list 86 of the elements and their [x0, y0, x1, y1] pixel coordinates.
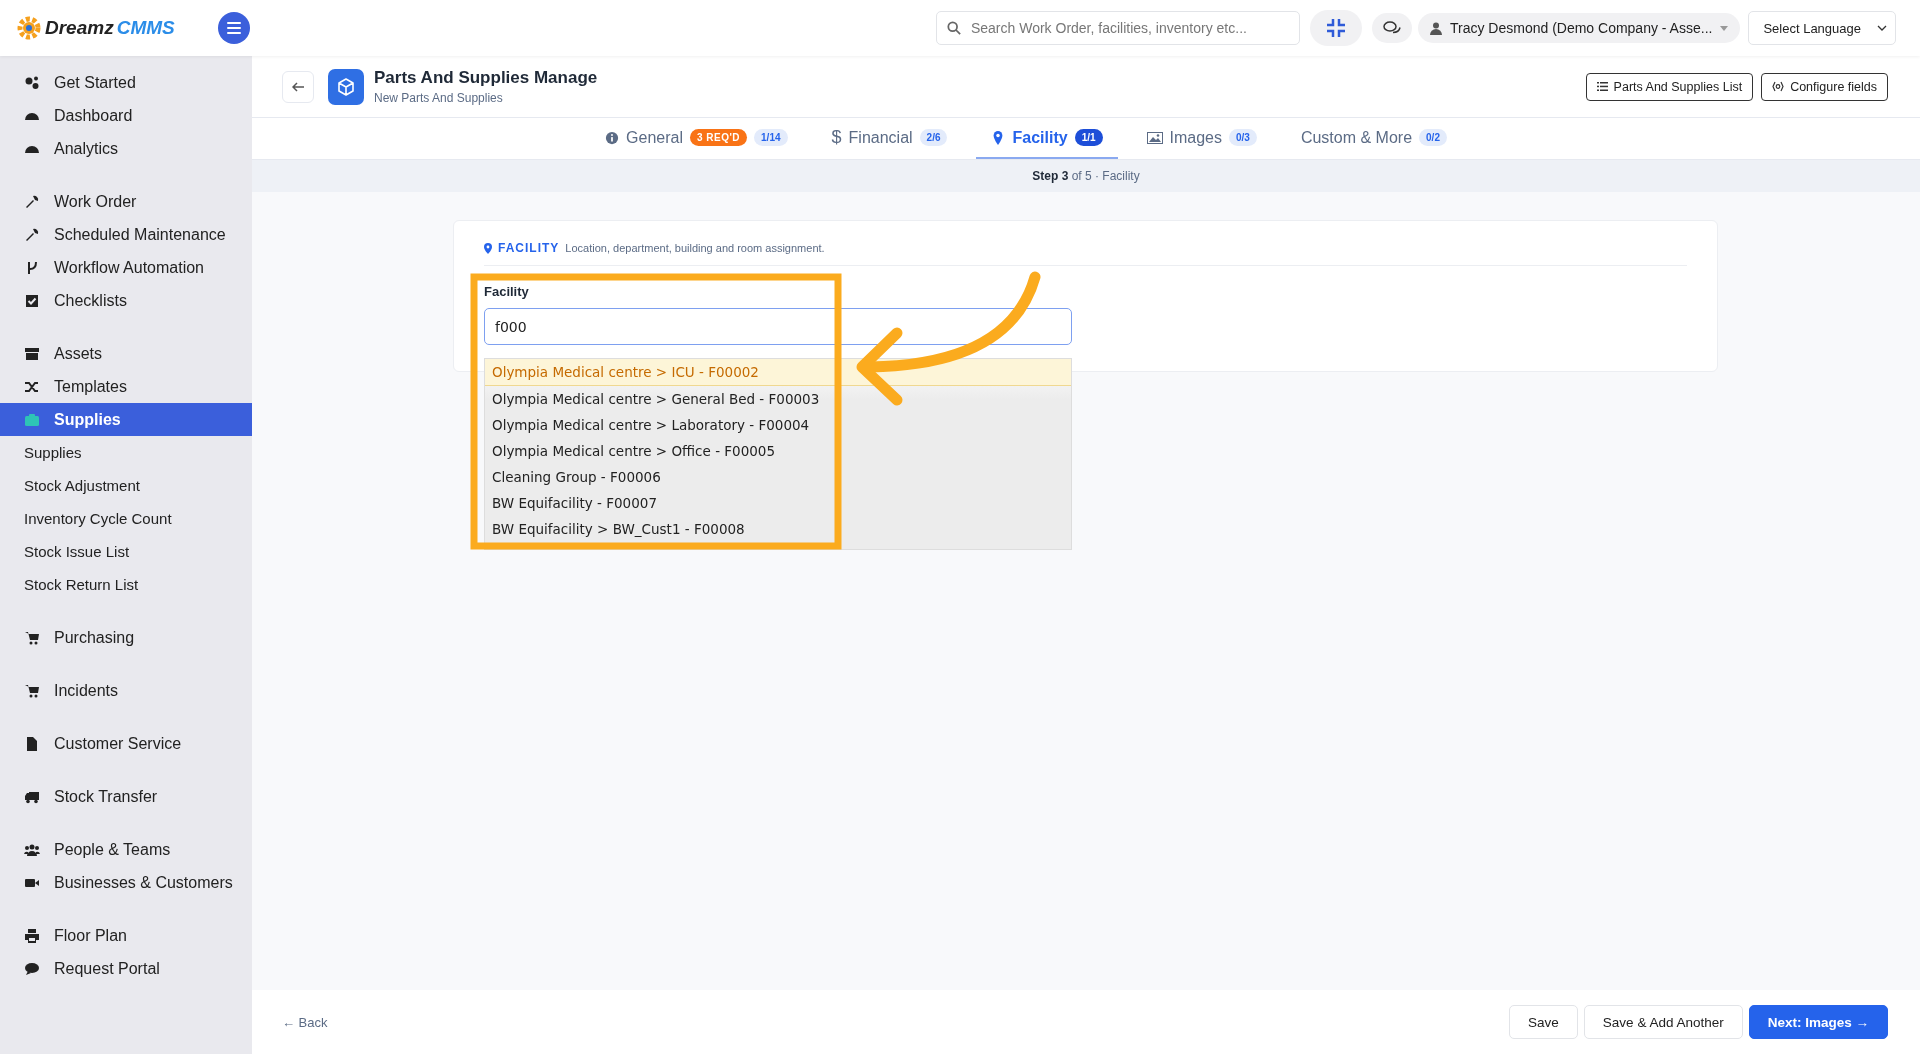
sidebar-subitem[interactable]: Stock Return List: [0, 568, 252, 601]
count-badge: 2/6: [919, 129, 948, 146]
search-box[interactable]: Search Work Order, facilities, inventory etc...: [935, 11, 1300, 45]
sidebar-item[interactable]: Floor Plan: [0, 919, 252, 952]
sidebar-item[interactable]: Work Order: [0, 185, 252, 218]
dropdown-option[interactable]: BW Equifacility - F00007: [485, 490, 1071, 516]
dropdown-option[interactable]: Olympia Medical centre > General Bed - F00003: [485, 386, 1071, 412]
user-icon: [1429, 21, 1442, 35]
gear-logo-icon: [16, 15, 42, 41]
form-tab[interactable]: Custom & More 0/2: [1285, 118, 1462, 159]
sidebar-item[interactable]: Assets: [0, 337, 252, 370]
sidebar-subitem[interactable]: Supplies: [0, 436, 252, 469]
sidebar-subitem[interactable]: Stock Adjustment: [0, 469, 252, 502]
dollar-icon: $: [831, 127, 842, 148]
sidebar-item[interactable]: Incidents: [0, 674, 252, 707]
pin-icon: [484, 242, 492, 254]
form-tab[interactable]: General 3 REQ'D 1/14: [590, 118, 803, 159]
sidebar-item[interactable]: Analytics: [0, 132, 252, 165]
logo-text: CMMS: [116, 17, 175, 39]
section-title: FACILITY: [498, 241, 560, 255]
checkbox-icon: [24, 292, 40, 309]
field-label: Facility: [484, 284, 530, 299]
menu-button[interactable]: [218, 12, 250, 44]
printer-icon: [24, 927, 40, 944]
info-icon: [605, 130, 620, 145]
configure-button[interactable]: Configure fields: [1761, 72, 1888, 101]
logo-text: Dreamz: [45, 17, 114, 39]
save-button[interactable]: Save: [1509, 1005, 1578, 1039]
sidebar-subitem[interactable]: Stock Issue List: [0, 535, 252, 568]
briefcase-icon: [24, 411, 40, 428]
facility-input[interactable]: f000: [484, 308, 1072, 345]
chat-button[interactable]: [1371, 13, 1412, 43]
section-description: Location, department, building and room assignment.: [565, 242, 825, 254]
count-badge: 0/2: [1419, 129, 1447, 146]
count-badge: 0/3: [1229, 129, 1257, 146]
count-badge: 1/1: [1074, 129, 1103, 146]
sidebar-item[interactable]: Supplies: [0, 403, 252, 436]
sidebar-item[interactable]: Stock Transfer: [0, 780, 252, 813]
sidebar-subitem[interactable]: Inventory Cycle Count: [0, 502, 252, 535]
page-subtitle: New Parts And Supplies: [374, 91, 504, 105]
page-title: Parts And Supplies Manage: [374, 68, 598, 88]
required-badge: 3 REQ'D: [689, 129, 748, 146]
dropdown-option[interactable]: BW Equifacility > BW_Cust1 - F00008: [485, 516, 1071, 542]
dropdown-option[interactable]: Olympia Medical centre > Office - F00005: [485, 438, 1071, 464]
sidebar-item[interactable]: People & Teams: [0, 833, 252, 866]
form-tab[interactable]: Images 0/3: [1131, 118, 1272, 159]
language-select[interactable]: Select Language: [1748, 11, 1896, 45]
sidebar-item[interactable]: Get Started: [0, 66, 252, 99]
sidebar-item[interactable]: Dashboard: [0, 99, 252, 132]
search-icon: [946, 21, 961, 35]
caret-icon: [1720, 25, 1729, 31]
sidebar-item[interactable]: Businesses & Customers: [0, 866, 252, 899]
code-icon: [1772, 81, 1785, 92]
count-badge: 1/14: [754, 129, 788, 146]
scan-button[interactable]: [1309, 10, 1362, 46]
back-link[interactable]: ← Back: [282, 1014, 328, 1030]
arrow-left-icon: [292, 81, 304, 92]
sidebar-item[interactable]: Templates: [0, 370, 252, 403]
cart-icon: [24, 682, 40, 699]
cart-icon: [24, 629, 40, 646]
cube-icon: [328, 68, 364, 105]
sidebar-item[interactable]: Purchasing: [0, 621, 252, 654]
sidebar-item[interactable]: Scheduled Maintenance: [0, 218, 252, 251]
user-menu[interactable]: Tracy Desmond (Demo Company - Asse...: [1417, 13, 1741, 43]
dropdown-option[interactable]: Olympia Medical centre > ICU - F00002: [485, 359, 1071, 386]
chat-icon: [24, 960, 40, 977]
dropdown-option[interactable]: Cleaning Group - F00006: [485, 464, 1071, 490]
step-indicator: Step 3 of 5 · Facility: [1032, 169, 1140, 183]
list-icon: [1596, 82, 1608, 91]
sidebar-item[interactable]: Checklists: [0, 284, 252, 317]
search-field[interactable]: Search Work Order, facilities, inventory etc...: [968, 19, 1289, 37]
archive-icon: [24, 345, 40, 362]
save-button[interactable]: Save & Add Another: [1583, 1005, 1743, 1039]
chevron-icon: [1877, 25, 1887, 31]
back-button[interactable]: [282, 70, 314, 103]
list-button[interactable]: Parts And Supplies List: [1585, 72, 1754, 101]
chat-icon: [1382, 21, 1401, 35]
dropdown-option[interactable]: Olympia Medical centre > Laboratory - F00004: [485, 412, 1071, 438]
next-button[interactable]: Next: Images →: [1748, 1005, 1888, 1039]
image-icon: [1146, 129, 1163, 146]
sidebar-item[interactable]: Customer Service: [0, 727, 252, 760]
menu-icon: [227, 22, 241, 34]
file-icon: [24, 735, 40, 752]
sidebar-item[interactable]: Request Portal: [0, 952, 252, 985]
sidebar-item[interactable]: Workflow Automation: [0, 251, 252, 284]
form-tab[interactable]: $ Financial 2/6: [816, 118, 963, 159]
